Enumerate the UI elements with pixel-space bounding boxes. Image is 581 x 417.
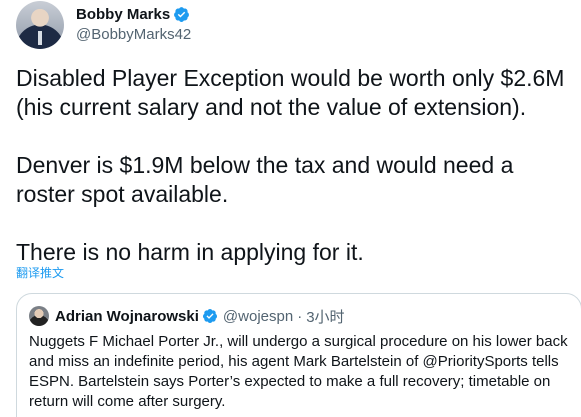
author-handle[interactable]: @BobbyMarks42: [76, 26, 191, 43]
tweet-body: Disabled Player Exception would be worth…: [16, 64, 576, 267]
tweet: Bobby Marks @BobbyMarks42 Disabled Playe…: [0, 0, 581, 417]
quoted-timestamp[interactable]: 3小时: [306, 306, 344, 327]
verified-badge-icon: [174, 6, 190, 22]
translate-tweet-link[interactable]: 翻译推文: [16, 264, 64, 281]
quoted-handle: @wojespn: [222, 307, 294, 325]
display-name-row: Bobby Marks: [76, 4, 191, 24]
author-display-name[interactable]: Bobby Marks: [76, 6, 170, 23]
quoted-tweet-header: Adrian Wojnarowski @wojespn · 3小时: [29, 306, 569, 326]
avatar[interactable]: [16, 1, 64, 49]
verified-badge-icon: [202, 309, 217, 323]
separator-dot: ·: [297, 307, 303, 325]
quoted-tweet-text: Nuggets F Michael Porter Jr., will under…: [29, 333, 568, 410]
tweet-paragraph: There is no harm in applying for it.: [16, 239, 364, 265]
tweet-header: Bobby Marks @BobbyMarks42: [16, 0, 191, 49]
author-names: Bobby Marks @BobbyMarks42: [76, 4, 191, 44]
quoted-tweet[interactable]: Adrian Wojnarowski @wojespn · 3小时 Nugget…: [16, 293, 581, 417]
quoted-avatar: [29, 306, 49, 326]
quoted-display-name: Adrian Wojnarowski: [55, 307, 199, 325]
tweet-paragraph: Disabled Player Exception would be worth…: [16, 65, 565, 120]
tweet-paragraph: Denver is $1.9M below the tax and would …: [16, 152, 514, 207]
